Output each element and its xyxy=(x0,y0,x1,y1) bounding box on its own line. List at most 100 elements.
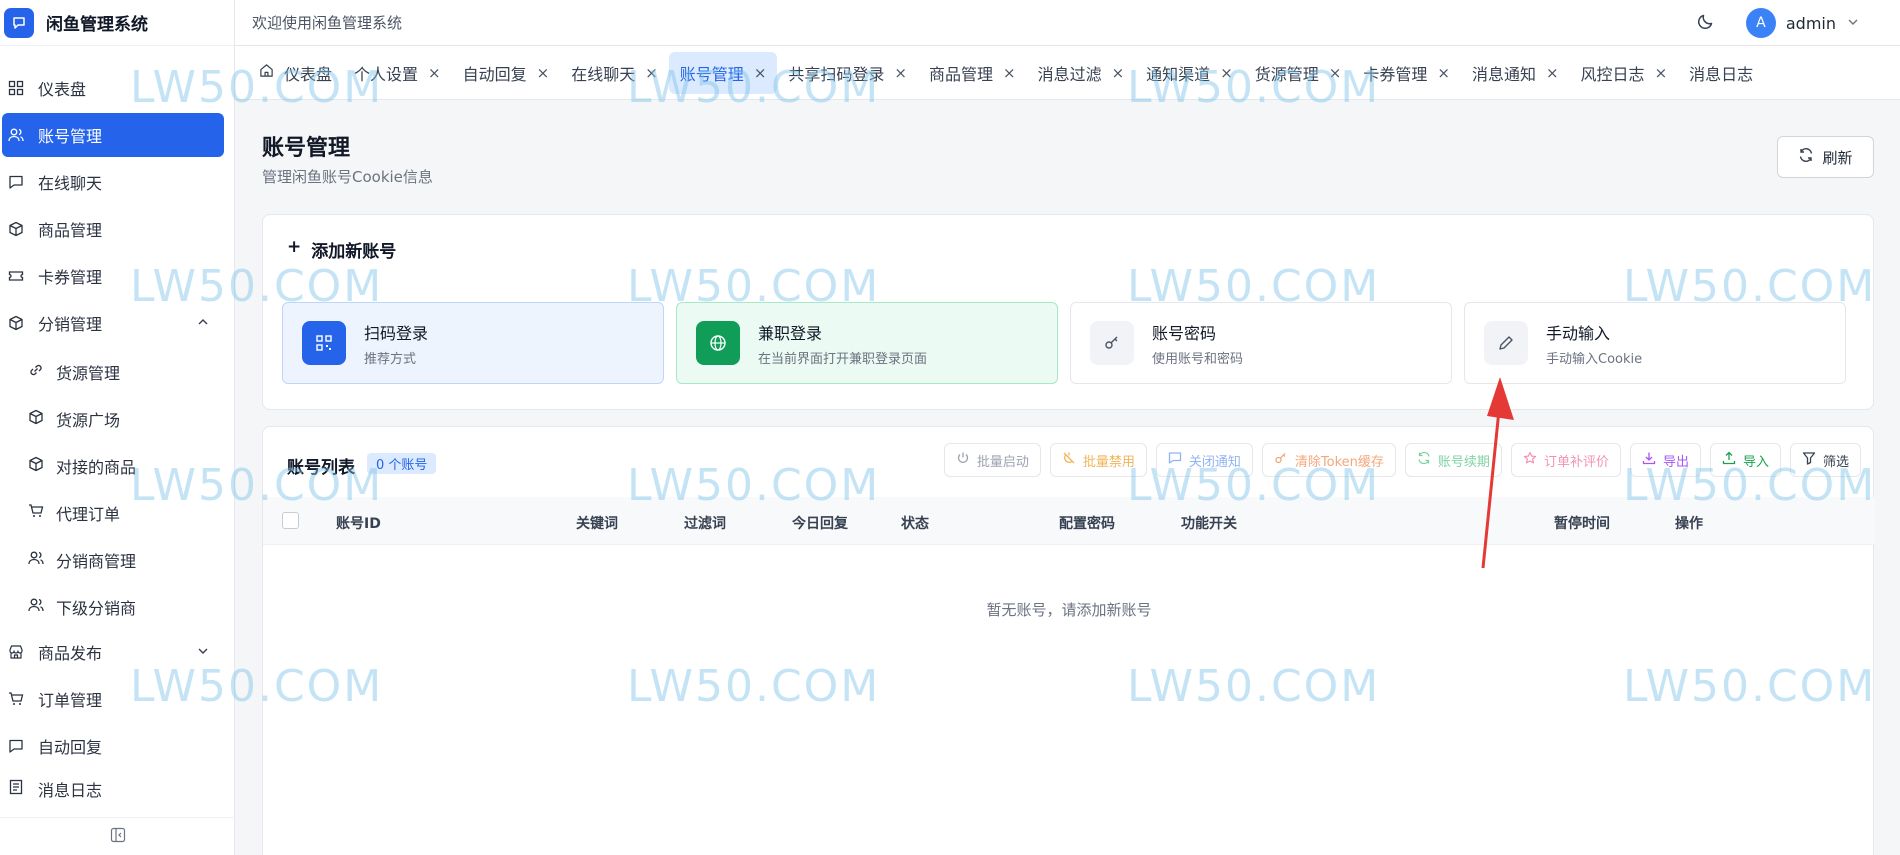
tab-label: 通知渠道 xyxy=(1146,64,1211,84)
close-icon[interactable]: × xyxy=(1112,64,1125,82)
power-icon xyxy=(956,451,970,469)
tab-chat[interactable]: 在线聊天 × xyxy=(560,52,669,94)
red-arrow-annotation xyxy=(1481,377,1514,569)
column-header: 账号ID xyxy=(336,516,381,532)
sidebar-subitem-supply[interactable]: 货源管理 xyxy=(0,348,234,395)
tab-label: 商品管理 xyxy=(928,64,993,84)
tab-risk-log[interactable]: 风控日志 × xyxy=(1570,52,1679,94)
tab-label: 个人设置 xyxy=(354,64,419,84)
tab-dashboard[interactable]: 仪表盘 xyxy=(255,52,343,94)
tab-message-notify[interactable]: 消息通知 × xyxy=(1461,52,1570,94)
sidebar-nav: 仪表盘 账号管理 在线聊天 商品管理 卡券管理 分销管理 货源管理 货源广场 对… xyxy=(0,46,234,801)
sidebar-item-message-log[interactable]: 消息日志 xyxy=(2,771,224,801)
chevron-down-icon[interactable] xyxy=(196,643,210,662)
close-notify-button[interactable]: 关闭通知 xyxy=(1155,443,1253,477)
sidebar-item-label: 自动回复 xyxy=(38,738,103,757)
close-icon[interactable]: × xyxy=(894,64,907,82)
users-icon xyxy=(28,597,44,617)
tab-message-filter[interactable]: 消息过滤 × xyxy=(1027,52,1136,94)
user-menu[interactable]: A admin xyxy=(1745,8,1860,38)
sidebar-collapse-button[interactable] xyxy=(0,817,235,855)
sidebar-item-accounts[interactable]: 账号管理 xyxy=(2,113,224,157)
filter-button[interactable]: 筛选 xyxy=(1789,443,1861,477)
sidebar-item-publish[interactable]: 商品发布 xyxy=(2,630,224,674)
clear-token-button[interactable]: 清除Token缓存 xyxy=(1261,443,1396,477)
close-icon[interactable]: × xyxy=(645,64,658,82)
key-icon xyxy=(1274,451,1288,469)
refresh-button[interactable]: 刷新 xyxy=(1777,136,1874,178)
order-review-button[interactable]: 订单补评价 xyxy=(1510,443,1621,477)
sidebar-subitem-label: 对接的商品 xyxy=(56,457,137,477)
import-button[interactable]: 导入 xyxy=(1709,443,1781,477)
sidebar-subitem-label: 货源广场 xyxy=(56,410,121,430)
users-icon xyxy=(6,125,26,145)
chat-logo-icon xyxy=(4,7,34,38)
sidebar-item-coupons[interactable]: 卡券管理 xyxy=(2,254,224,298)
batch-start-button[interactable]: 批量启动 xyxy=(943,443,1041,477)
sidebar-subitem-label: 代理订单 xyxy=(56,504,121,524)
export-button[interactable]: 导出 xyxy=(1629,443,1701,477)
close-icon[interactable]: × xyxy=(428,64,441,82)
box-icon xyxy=(28,456,44,476)
close-icon[interactable]: × xyxy=(754,64,767,82)
dashboard-icon xyxy=(6,78,26,98)
tab-profile[interactable]: 个人设置 × xyxy=(343,52,452,94)
sidebar-item-distribution[interactable]: 分销管理 xyxy=(2,301,224,345)
sidebar-subitem-linked-products[interactable]: 对接的商品 xyxy=(0,442,234,489)
box-icon xyxy=(6,313,26,333)
action-label: 导入 xyxy=(1742,454,1769,470)
sidebar: 闲鱼管理系统 仪表盘 账号管理 在线聊天 商品管理 卡券管理 分销管理 货源管理… xyxy=(0,0,235,855)
close-icon[interactable]: × xyxy=(1655,64,1668,82)
tab-message-log[interactable]: 消息日志 xyxy=(1678,52,1764,94)
sidebar-item-label: 仪表盘 xyxy=(38,80,87,99)
sidebar-item-chat[interactable]: 在线聊天 xyxy=(2,160,224,204)
globe-icon xyxy=(696,321,740,365)
action-label: 批量禁用 xyxy=(1082,454,1135,470)
sidebar-subitem-agent-orders[interactable]: 代理订单 xyxy=(0,489,234,536)
close-icon[interactable]: × xyxy=(1003,64,1016,82)
tab-supply[interactable]: 货源管理 × xyxy=(1244,52,1353,94)
tab-notify-channels[interactable]: 通知渠道 × xyxy=(1135,52,1244,94)
chevron-up-icon[interactable] xyxy=(196,314,210,333)
tab-label: 消息日志 xyxy=(1689,64,1754,84)
chevron-down-icon xyxy=(1846,14,1860,33)
sidebar-item-auto-reply[interactable]: 自动回复 xyxy=(2,724,224,768)
page-title: 账号管理 xyxy=(262,136,351,161)
option-qr-login[interactable]: 扫码登录 推荐方式 xyxy=(282,302,664,384)
chat-icon xyxy=(6,736,26,756)
close-icon[interactable]: × xyxy=(1220,64,1233,82)
ticket-icon xyxy=(6,266,26,286)
action-label: 清除Token缓存 xyxy=(1294,454,1384,470)
close-icon[interactable]: × xyxy=(1437,64,1450,82)
sidebar-subitem-supply-square[interactable]: 货源广场 xyxy=(0,395,234,442)
option-parttime-login[interactable]: 兼职登录 在当前界面打开兼职登录页面 xyxy=(676,302,1058,384)
tab-accounts[interactable]: 账号管理 × xyxy=(668,51,778,94)
close-icon[interactable]: × xyxy=(1329,64,1342,82)
sidebar-item-products[interactable]: 商品管理 xyxy=(2,207,224,251)
column-header: 过滤词 xyxy=(684,516,726,532)
tab-products[interactable]: 商品管理 × xyxy=(918,52,1027,94)
sidebar-item-orders[interactable]: 订单管理 xyxy=(2,677,224,721)
qrcode-icon xyxy=(302,321,346,365)
pencil-icon xyxy=(1484,321,1528,365)
tab-auto-reply[interactable]: 自动回复 × xyxy=(452,52,561,94)
power-off-icon xyxy=(1062,451,1076,469)
tab-coupons[interactable]: 卡券管理 × xyxy=(1352,52,1461,94)
moon-icon[interactable] xyxy=(1696,11,1716,35)
sidebar-subitem-sub-distributors[interactable]: 下级分销商 xyxy=(0,583,234,630)
close-icon[interactable]: × xyxy=(537,64,550,82)
option-manual-input[interactable]: 手动输入 手动输入Cookie xyxy=(1464,302,1846,384)
close-icon[interactable]: × xyxy=(1546,64,1559,82)
tab-shared-qr-login[interactable]: 共享扫码登录 × xyxy=(777,52,918,94)
sidebar-item-dashboard[interactable]: 仪表盘 xyxy=(2,66,224,110)
select-all-checkbox[interactable] xyxy=(282,512,299,529)
tab-bar: 仪表盘 个人设置 × 自动回复 × 在线聊天 × 账号管理 × 共享扫码登录 × 商品管理… xyxy=(235,46,1900,100)
box-icon xyxy=(28,409,44,429)
tab-label: 风控日志 xyxy=(1580,64,1645,84)
add-account-title: + 添加新账号 xyxy=(287,237,396,262)
option-password-login[interactable]: 账号密码 使用账号和密码 xyxy=(1070,302,1452,384)
tab-label: 在线聊天 xyxy=(571,64,636,84)
list-actions: 批量启动 批量禁用 关闭通知 清除Token缓存 账号续期 订单补评价 导出 导… xyxy=(943,443,1861,477)
batch-disable-button[interactable]: 批量禁用 xyxy=(1049,443,1147,477)
sidebar-subitem-distributors[interactable]: 分销商管理 xyxy=(0,536,234,583)
